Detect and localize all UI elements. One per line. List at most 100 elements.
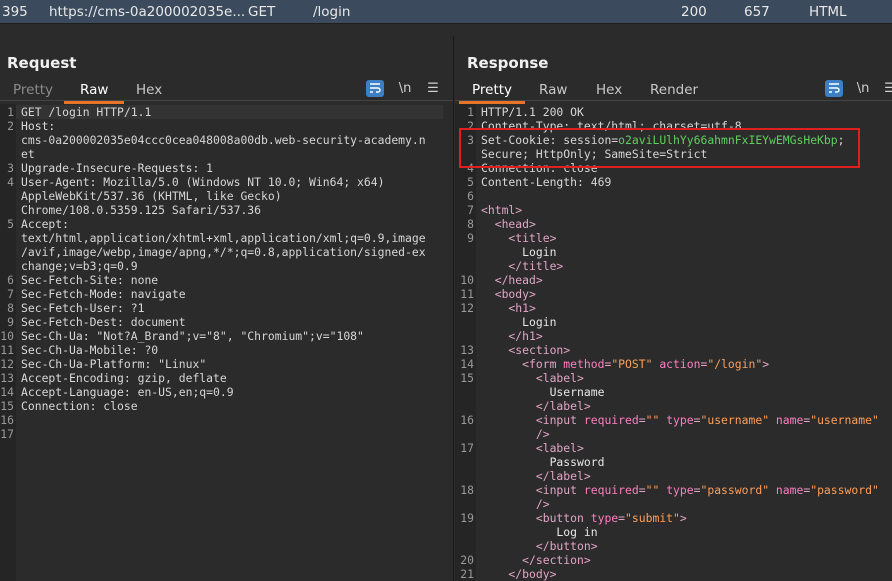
response-editor[interactable]: 1 HTTP/1.1 200 OK 2 Content-Type: text/html…	[455, 104, 892, 581]
history-row-selected[interactable]: 395 https://cms-0a200002035e... GET /log…	[0, 0, 892, 24]
line-content: <section>	[481, 343, 570, 357]
line-number: 11	[0, 343, 14, 357]
line-content: <form method="POST" action="/login">	[481, 357, 769, 371]
hamburger-icon[interactable]: ☰	[424, 80, 442, 97]
hamburger-icon[interactable]: ☰	[881, 80, 892, 97]
code-token: Sec-Fetch-Mode:	[21, 287, 124, 301]
request-tab-pretty[interactable]: Pretty	[13, 82, 53, 98]
divider	[0, 100, 453, 101]
wrap-icon[interactable]	[366, 80, 384, 97]
line-content: Sec-Ch-Ua: "Not?A_Brand";v="8", "Chromiu…	[21, 329, 364, 343]
line-number: 21	[460, 567, 474, 581]
line-content: <body>	[481, 287, 536, 301]
request-tab-hex[interactable]: Hex	[136, 82, 162, 98]
response-tab-render[interactable]: Render	[650, 82, 698, 98]
line-content: User-Agent: Mozilla/5.0 (Windows NT 10.0…	[21, 175, 384, 189]
code-token: </body>	[481, 567, 557, 581]
response-tab-hex[interactable]: Hex	[596, 82, 622, 98]
code-token: Sec-Ch-Ua-Platform:	[21, 357, 152, 371]
line-content: <input required="" type="password" name=…	[481, 483, 879, 497]
line-number: 11	[460, 287, 474, 301]
line-content: </head>	[481, 273, 543, 287]
line-content: Username	[481, 385, 605, 399]
code-token: "username"	[810, 413, 879, 427]
code-token: User-Agent:	[21, 175, 97, 189]
line-content: Sec-Fetch-Mode: navigate	[21, 287, 186, 301]
line-content: <label>	[481, 441, 584, 455]
code-token: <button	[481, 511, 591, 525]
line-number: 7	[7, 287, 14, 301]
code-token: document	[123, 315, 186, 329]
line-content: />	[481, 497, 550, 511]
request-editor[interactable]: 1 GET /login HTTP/1.1 2 Host: cms-0a20000203…	[0, 104, 453, 581]
line-content: Secure; HttpOnly; SameSite=Strict	[481, 147, 707, 161]
line-number: 5	[467, 175, 474, 189]
line-content: <input required="" type="username" name=…	[481, 413, 879, 427]
code-token: Sec-Ch-Ua:	[21, 329, 90, 343]
line-number: 1	[7, 105, 14, 119]
line-number: 8	[467, 217, 474, 231]
line-number: 17	[0, 427, 14, 441]
line-number: 12	[0, 357, 14, 371]
code-token: method	[563, 357, 605, 371]
newline-toggle-button[interactable]: \n	[854, 80, 872, 97]
code-token: =	[638, 413, 646, 427]
code-token: "password"	[700, 483, 770, 497]
response-tab-raw[interactable]: Raw	[539, 82, 567, 98]
code-token: <form	[481, 357, 564, 371]
code-token: change;v=b3;q=0.9	[21, 259, 138, 273]
request-tab-raw[interactable]: Raw	[80, 82, 108, 98]
code-token: >	[679, 511, 687, 525]
response-tab-pretty[interactable]: Pretty	[472, 82, 512, 98]
line-content: <button type="submit">	[481, 511, 687, 525]
code-token: </label>	[481, 469, 591, 483]
code-token: Content-Type:	[481, 119, 571, 133]
line-number: 13	[0, 371, 14, 385]
line-content: <h1>	[481, 301, 535, 315]
wrap-icon[interactable]	[825, 80, 843, 97]
line-number: 17	[460, 441, 474, 455]
line-number: 4	[467, 161, 474, 175]
line-content: Password	[481, 455, 605, 469]
code-token: text/html,application/xhtml+xml,applicat…	[21, 231, 426, 245]
code-token: >	[762, 357, 770, 371]
code-token: Sec-Ch-Ua-Mobile:	[21, 343, 138, 357]
code-token: HTTP/1.1 200 OK	[481, 105, 584, 119]
code-token: </head>	[481, 273, 543, 287]
line-content: Sec-Fetch-User: ?1	[21, 301, 144, 315]
code-token: cms-0a200002035e04ccc0cea048008a00db.web…	[21, 133, 426, 147]
line-content: Login	[481, 315, 556, 329]
code-token: <html>	[481, 203, 523, 217]
line-content: change;v=b3;q=0.9	[21, 259, 138, 273]
code-token: ;	[837, 133, 845, 147]
code-token: type	[666, 483, 694, 497]
line-number: 5	[7, 217, 14, 231]
line-content: Accept:	[21, 217, 69, 231]
code-token: <input	[481, 413, 584, 427]
line-content: Content-Type: text/html; charset=utf-8	[481, 119, 742, 133]
code-token: 1	[199, 161, 214, 175]
line-content: </section>	[481, 553, 591, 567]
history-path: /login	[313, 4, 351, 20]
code-token: close	[96, 399, 138, 413]
line-number: 6	[7, 273, 14, 287]
code-token: ""	[645, 483, 660, 497]
code-token: </label>	[481, 399, 591, 413]
code-token: =	[638, 483, 646, 497]
history-url: https://cms-0a200002035e...	[49, 4, 246, 20]
line-content: Accept-Encoding: gzip, deflate	[21, 371, 227, 385]
code-token: Host:	[21, 119, 56, 133]
code-token: Username	[481, 385, 605, 399]
code-token: "Linux"	[151, 357, 207, 371]
line-content: Upgrade-Insecure-Requests: 1	[21, 161, 213, 175]
newline-toggle-button[interactable]: \n	[396, 80, 414, 97]
line-number: 3	[7, 161, 14, 175]
history-method: GET	[248, 4, 276, 20]
line-content: Set-Cookie: session=o2aviLUlhYy66ahmnFxI…	[481, 133, 844, 147]
line-content: Sec-Ch-Ua-Mobile: ?0	[21, 343, 158, 357]
line-number: 12	[460, 301, 474, 315]
line-number: 2	[467, 119, 474, 133]
code-token: Sec-Fetch-Dest:	[21, 315, 124, 329]
code-token: Accept-Language:	[21, 385, 131, 399]
